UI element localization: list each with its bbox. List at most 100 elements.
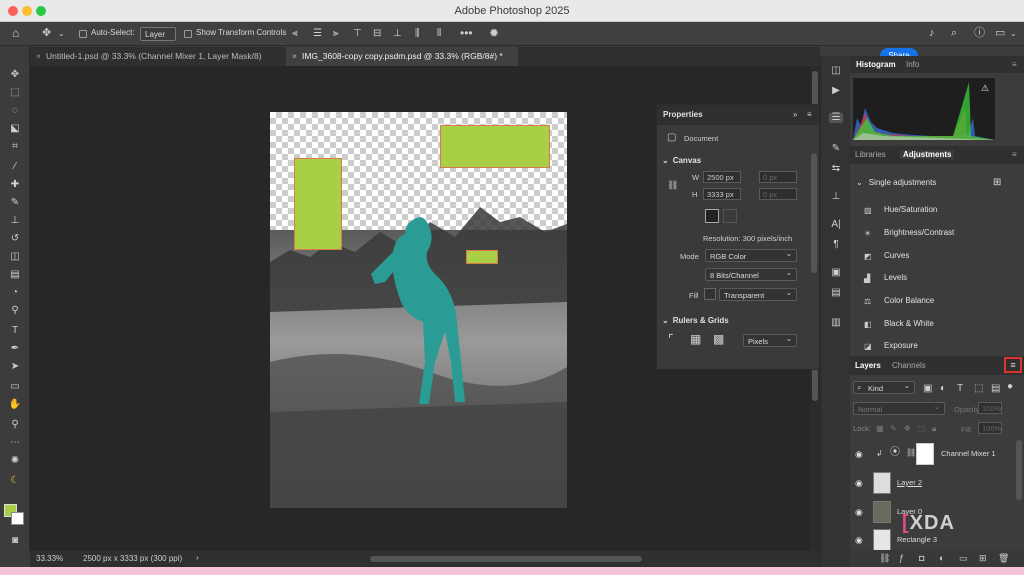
document-canvas[interactable] — [270, 112, 567, 508]
guides-icon[interactable]: ▩ — [713, 333, 724, 345]
new-group-icon[interactable]: ▭ — [959, 553, 968, 563]
adjustment-curves[interactable]: ◩ Curves — [864, 251, 909, 261]
rulers-icon[interactable]: ⌜ — [668, 333, 674, 345]
chevron-right-icon[interactable]: › — [196, 553, 199, 562]
notes-icon[interactable]: ▤ — [829, 288, 843, 298]
distribute-vertical-icon[interactable]: ⫴ — [437, 29, 441, 39]
lock-position-icon[interactable]: ✥ — [904, 424, 911, 434]
filter-smart-object-icon[interactable]: ▤ — [991, 384, 1000, 394]
canvas-section[interactable]: ⌄ Canvas — [662, 156, 701, 165]
layer-thumbnail[interactable] — [873, 472, 891, 494]
history-brush-icon[interactable]: ↺ — [7, 232, 23, 246]
panel-menu-icon[interactable]: ≡ — [1012, 60, 1017, 69]
close-icon[interactable]: × — [36, 51, 41, 61]
align-center-icon[interactable]: ☰ — [313, 29, 322, 39]
panel-menu-icon[interactable]: ≡ — [1012, 150, 1017, 159]
banana-icon[interactable]: ☾ — [7, 474, 23, 488]
units-dropdown[interactable]: Pixels — [743, 334, 797, 347]
workspace-chevron-icon[interactable]: ⌄ — [1010, 29, 1017, 39]
rectangle-icon[interactable]: ▭ — [7, 380, 23, 394]
bit-depth-dropdown[interactable]: 8 Bits/Channel — [705, 268, 797, 281]
close-icon[interactable]: × — [292, 51, 297, 61]
help-icon[interactable]: ⓘ — [974, 28, 985, 39]
blur-icon[interactable]: ◔ — [7, 286, 23, 300]
actions-icon[interactable]: ▶ — [829, 86, 843, 96]
properties-scrollbar[interactable] — [811, 153, 817, 273]
new-adjustment-icon[interactable]: ◐ — [939, 553, 944, 563]
adjust-icon[interactable]: ⇆ — [829, 164, 843, 174]
filter-toggle-icon[interactable]: ● — [1007, 382, 1013, 392]
height-field[interactable]: 3333 px — [703, 188, 741, 200]
landscape-orientation-button[interactable] — [723, 209, 737, 223]
align-top-icon[interactable]: ⊤ — [353, 29, 362, 39]
blend-mode-dropdown[interactable]: Normal — [853, 402, 945, 415]
bell-icon[interactable]: ♪ — [929, 28, 935, 39]
lock-transparent-icon[interactable]: ▦ — [876, 424, 884, 434]
collapse-icon[interactable]: » — [793, 110, 797, 120]
object-select-icon[interactable]: ⬕ — [7, 122, 23, 136]
character-icon[interactable]: A| — [829, 220, 843, 230]
layer-name[interactable]: Channel Mixer 1 — [941, 449, 996, 458]
chevron-down-icon[interactable]: ⌄ — [662, 156, 669, 165]
lock-artboard-icon[interactable]: ⬚ — [918, 424, 926, 434]
layer-thumbnail[interactable] — [873, 501, 891, 523]
chevron-down-icon[interactable]: ⌄ — [856, 178, 863, 187]
adjustment-black-white[interactable]: ◧ Black & White — [864, 319, 934, 329]
horizontal-scrollbar-thumb[interactable] — [370, 556, 642, 562]
layer-row-channel-mixer[interactable]: ◉ ↲ ⦿ ⛓ Channel Mixer 1 — [850, 440, 1015, 468]
quick-mask-icon[interactable]: ◙ — [7, 534, 23, 548]
stamp-icon[interactable]: ⊥ — [7, 214, 23, 228]
layer-filter-dropdown[interactable]: Kind — [853, 381, 915, 394]
paragraph-icon[interactable]: ¶ — [829, 240, 843, 250]
chevron-down-icon[interactable]: ⌄ — [662, 316, 669, 325]
x-field[interactable]: 0 px — [759, 171, 797, 183]
layer-row-layer-2[interactable]: ◉ Layer 2 — [850, 469, 1015, 497]
layers-panel-menu-icon[interactable]: ≡ — [1004, 357, 1022, 373]
mode-dropdown[interactable]: RGB Color — [705, 249, 797, 262]
home-icon[interactable]: ⌂ — [12, 27, 19, 39]
crop-icon[interactable]: ⌗ — [7, 140, 23, 154]
filter-adjustment-icon[interactable]: ◐ — [940, 384, 946, 394]
marquee-icon[interactable]: ⬚ — [7, 86, 23, 100]
grid-icon[interactable]: ▦ — [690, 333, 701, 345]
adjustment-color-balance[interactable]: ⚖ Color Balance — [864, 296, 934, 306]
warning-icon[interactable]: ⚠ — [981, 83, 989, 94]
history-icon[interactable]: ◫ — [829, 66, 843, 76]
eye-icon[interactable]: ◉ — [855, 478, 863, 489]
layer-thumbnail[interactable] — [873, 529, 891, 551]
lock-pixels-icon[interactable]: ✎ — [890, 424, 897, 434]
move-tool-icon[interactable]: ✥ — [42, 28, 51, 39]
tab-histogram[interactable]: Histogram — [856, 60, 896, 69]
align-middle-icon[interactable]: ⊟ — [373, 29, 381, 39]
opacity-field[interactable]: 100% — [978, 402, 1002, 414]
tab-info[interactable]: Info — [906, 60, 919, 69]
properties-dock-icon[interactable]: ☰ — [829, 113, 843, 123]
more-options-icon[interactable]: ••• — [460, 27, 473, 39]
lock-all-icon[interactable]: 🔒︎ — [932, 424, 936, 434]
adjustment-hue-saturation[interactable]: ▨ Hue/Saturation — [864, 205, 937, 215]
eye-icon[interactable]: ◉ — [855, 535, 863, 546]
type-icon[interactable]: T — [7, 324, 23, 338]
3d-icon[interactable]: ▥ — [829, 318, 843, 328]
layer-name[interactable]: Rectangle 3 — [897, 535, 937, 544]
link-icon[interactable]: ⛓ — [667, 180, 678, 190]
new-layer-icon[interactable]: ⊞ — [979, 553, 987, 563]
fx-icon[interactable]: ƒ — [899, 553, 904, 563]
chevron-down-icon[interactable]: ⌄ — [58, 29, 65, 39]
libraries-dock-icon[interactable]: ▣ — [829, 268, 843, 278]
edit-toolbar-icon[interactable]: ⋯ — [7, 436, 23, 450]
distribute-icon[interactable]: ⫼ — [415, 29, 420, 39]
panel-menu-icon[interactable]: ≡ — [807, 110, 812, 120]
fill-field[interactable]: 100% — [978, 422, 1002, 434]
green-rectangle-top[interactable] — [440, 125, 550, 168]
adjustment-exposure[interactable]: ◪ Exposure — [864, 341, 918, 351]
path-select-icon[interactable]: ➤ — [7, 360, 23, 374]
tab-untitled-1[interactable]: × Untitled-1.psd @ 33.3% (Channel Mixer 1… — [30, 47, 286, 66]
align-bottom-icon[interactable]: ⊥ — [393, 29, 402, 39]
fill-dropdown[interactable]: Transparent — [719, 288, 797, 301]
brush-settings-icon[interactable]: ✎ — [829, 144, 843, 154]
grid-view-icon[interactable]: ⊞ — [993, 177, 1001, 188]
portrait-orientation-button[interactable] — [705, 209, 719, 223]
generative-icon[interactable]: ✺ — [7, 454, 23, 468]
clone-source-icon[interactable]: ⊥ — [829, 192, 843, 202]
